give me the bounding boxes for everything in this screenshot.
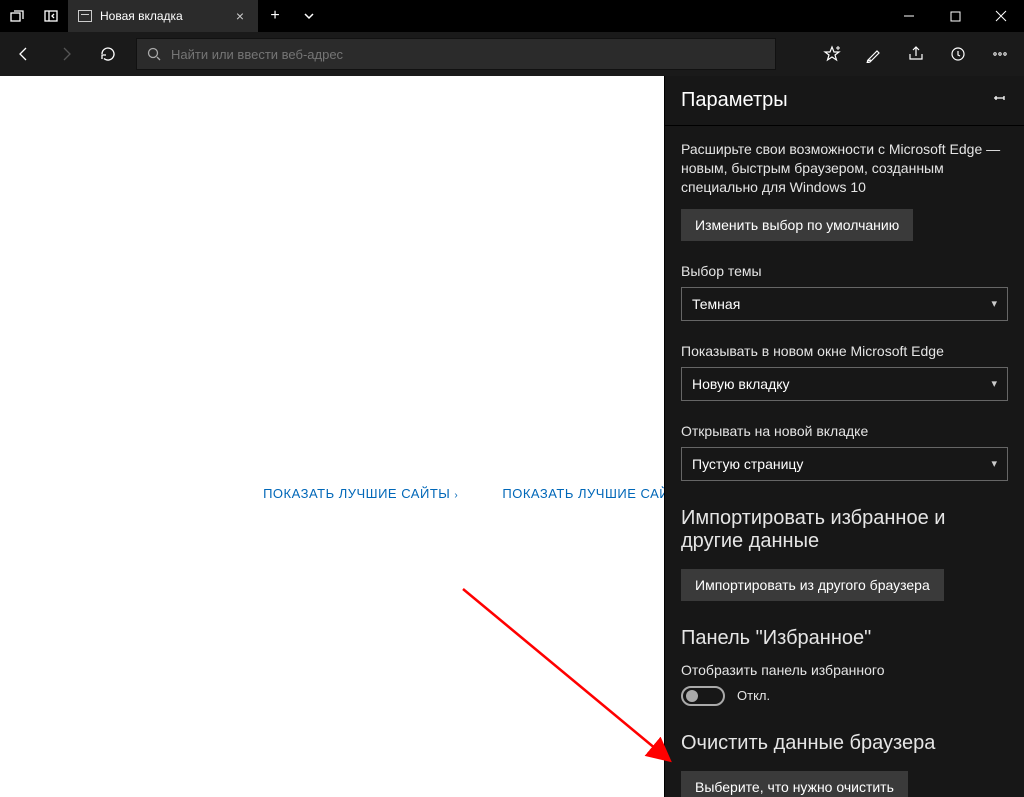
tabs-menu-icon[interactable] bbox=[292, 0, 326, 32]
favorites-bar-toggle[interactable] bbox=[681, 686, 725, 706]
tab-favicon-icon bbox=[78, 10, 92, 22]
favorites-bar-show-label: Отобразить панель избранного bbox=[681, 662, 1008, 678]
annotation-arrow bbox=[458, 584, 688, 774]
hub-icon[interactable] bbox=[938, 34, 978, 74]
show-top-sites-link[interactable]: ПОКАЗАТЬ ЛУЧШИЕ САЙТЫ › bbox=[263, 486, 458, 501]
chevron-down-icon: ▾ bbox=[991, 297, 997, 310]
titlebar: Новая вкладка × + bbox=[0, 0, 1024, 32]
tab-close-icon[interactable]: × bbox=[232, 8, 248, 24]
newtab-open-select[interactable]: Пустую страницу ▾ bbox=[681, 447, 1008, 481]
notes-icon[interactable] bbox=[854, 34, 894, 74]
address-bar[interactable] bbox=[136, 38, 776, 70]
open-with-select[interactable]: Новую вкладку ▾ bbox=[681, 367, 1008, 401]
clear-data-heading: Очистить данные браузера bbox=[681, 732, 1008, 755]
favorites-icon[interactable] bbox=[812, 34, 852, 74]
minimize-button[interactable] bbox=[886, 0, 932, 32]
newtab-open-label: Открывать на новой вкладке bbox=[681, 423, 1008, 439]
favorites-bar-toggle-state: Откл. bbox=[737, 688, 770, 703]
forward-button[interactable] bbox=[46, 34, 86, 74]
chevron-down-icon: ▾ bbox=[991, 457, 997, 470]
content-area: ПОКАЗАТЬ ЛУЧШИЕ САЙТЫ › ПОКАЗАТЬ ЛУЧШИЕ … bbox=[0, 76, 1024, 797]
browser-tab[interactable]: Новая вкладка × bbox=[68, 0, 258, 32]
pin-pane-icon[interactable] bbox=[992, 90, 1008, 111]
change-default-button[interactable]: Изменить выбор по умолчанию bbox=[681, 209, 913, 241]
settings-title: Параметры bbox=[681, 89, 788, 112]
settings-body[interactable]: Расширьте свои возможности с Microsoft E… bbox=[665, 126, 1024, 797]
toolbar bbox=[0, 32, 1024, 76]
window-controls bbox=[886, 0, 1024, 32]
import-heading: Импортировать избранное и другие данные bbox=[681, 507, 1008, 553]
theme-select[interactable]: Темная ▾ bbox=[681, 287, 1008, 321]
settings-pane: Параметры Расширьте свои возможности с M… bbox=[664, 76, 1024, 797]
share-icon[interactable] bbox=[896, 34, 936, 74]
new-tab-button[interactable]: + bbox=[258, 0, 292, 32]
back-button[interactable] bbox=[4, 34, 44, 74]
theme-value: Темная bbox=[692, 296, 740, 312]
address-input[interactable] bbox=[171, 47, 765, 62]
settings-header: Параметры bbox=[665, 76, 1024, 126]
import-button[interactable]: Импортировать из другого браузера bbox=[681, 569, 944, 601]
chevron-down-icon: ▾ bbox=[991, 377, 997, 390]
newtab-open-value: Пустую страницу bbox=[692, 456, 803, 472]
promo-text: Расширьте свои возможности с Microsoft E… bbox=[681, 140, 1008, 197]
theme-label: Выбор темы bbox=[681, 263, 1008, 279]
close-window-button[interactable] bbox=[978, 0, 1024, 32]
open-with-label: Показывать в новом окне Microsoft Edge bbox=[681, 343, 1008, 359]
favorites-bar-heading: Панель "Избранное" bbox=[681, 627, 1008, 650]
more-icon[interactable] bbox=[980, 34, 1020, 74]
refresh-button[interactable] bbox=[88, 34, 128, 74]
set-aside-tabs-icon[interactable] bbox=[34, 0, 68, 32]
tabs-overview-icon[interactable] bbox=[0, 0, 34, 32]
search-icon bbox=[147, 47, 161, 61]
maximize-button[interactable] bbox=[932, 0, 978, 32]
open-with-value: Новую вкладку bbox=[692, 376, 790, 392]
tab-title: Новая вкладка bbox=[100, 9, 224, 23]
titlebar-left: Новая вкладка × + bbox=[0, 0, 326, 32]
clear-data-button[interactable]: Выберите, что нужно очистить bbox=[681, 771, 908, 797]
titlebar-drag-area[interactable] bbox=[326, 0, 886, 32]
